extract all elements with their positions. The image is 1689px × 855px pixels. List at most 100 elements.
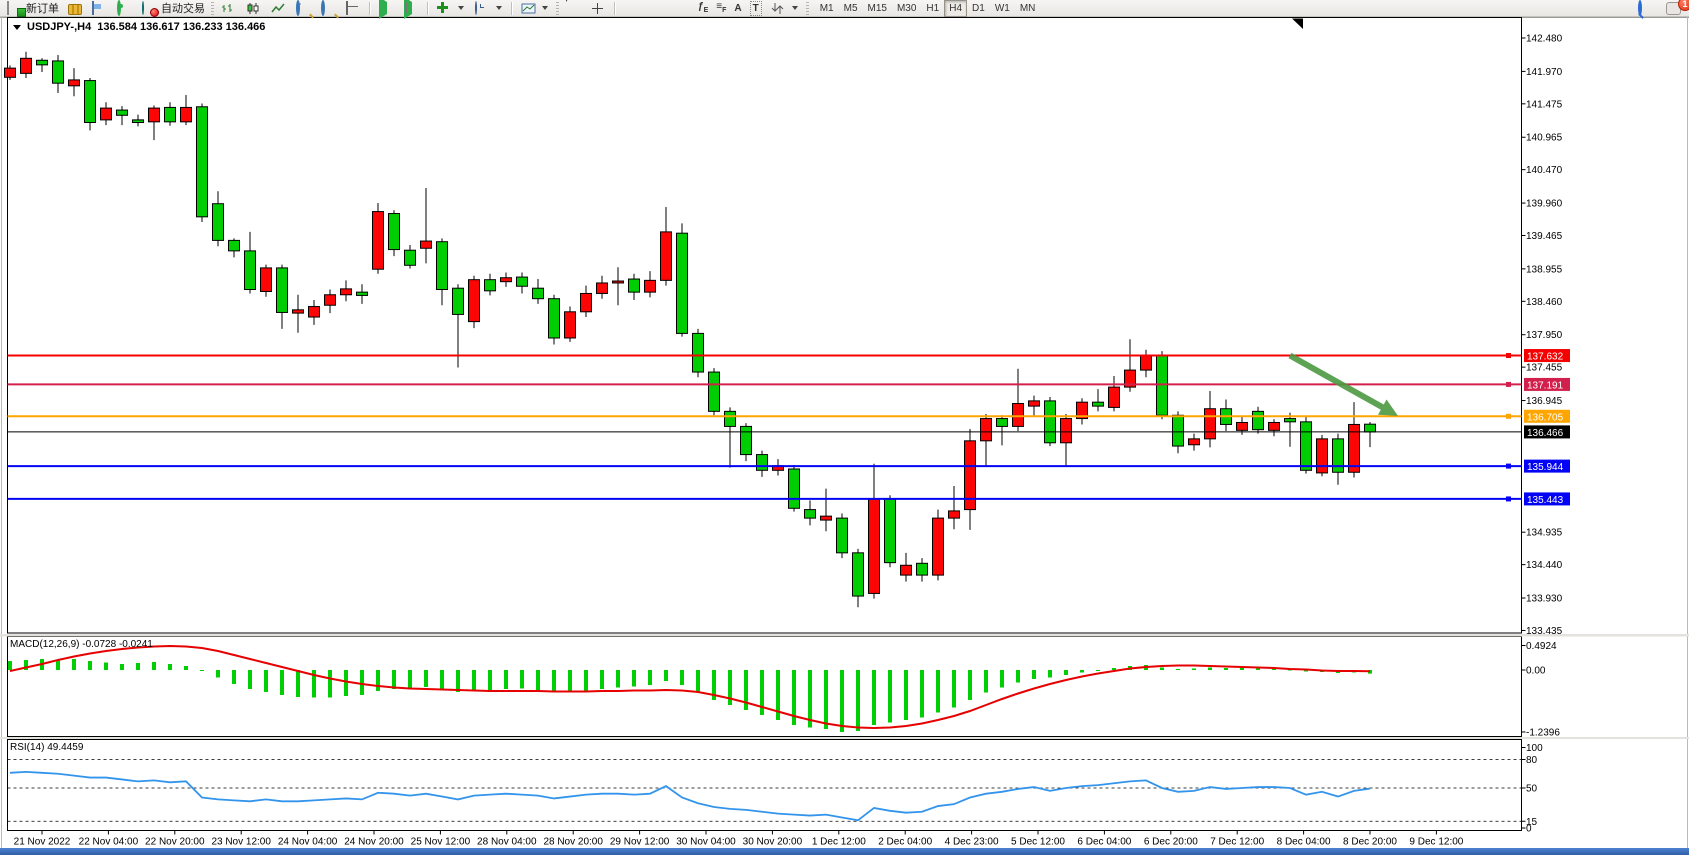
svg-text:7 Dec 12:00: 7 Dec 12:00	[1210, 837, 1264, 848]
svg-text:30 Nov 04:00: 30 Nov 04:00	[676, 837, 736, 848]
text-tool-button[interactable]: A	[730, 1, 745, 16]
cursor-icon	[566, 0, 573, 14]
svg-text:8 Dec 04:00: 8 Dec 04:00	[1277, 837, 1331, 848]
macd-axis: 0.49240.00-1.2396	[1522, 641, 1561, 738]
svg-text:138.460: 138.460	[1526, 297, 1563, 308]
signals-icon	[117, 0, 121, 16]
tile-windows-button[interactable]	[341, 1, 366, 16]
zoom-out-button[interactable]: -	[316, 1, 341, 16]
timeframe-button-mn[interactable]: MN	[1015, 0, 1041, 17]
chart-canvas[interactable]: 142.480141.970141.475140.965140.470139.9…	[0, 0, 1689, 855]
timeframe-button-m1[interactable]: M1	[815, 0, 839, 17]
svg-text:23 Nov 12:00: 23 Nov 12:00	[211, 837, 271, 848]
chart-symbol: USDJPY-,H4	[27, 21, 91, 33]
svg-text:22 Nov 04:00: 22 Nov 04:00	[79, 837, 139, 848]
chart-shift-button[interactable]	[399, 1, 424, 16]
chevron-down-icon	[458, 6, 464, 10]
svg-text:2 Dec 04:00: 2 Dec 04:00	[878, 837, 932, 848]
candle-chart-icon	[246, 2, 261, 15]
rsi-pane	[10, 772, 1370, 820]
bar-chart-button[interactable]	[216, 1, 241, 16]
timeframe-button-m5[interactable]: M5	[839, 0, 863, 17]
auto-scroll-button[interactable]	[374, 1, 399, 16]
svg-text:29 Nov 12:00: 29 Nov 12:00	[610, 837, 670, 848]
svg-text:137.455: 137.455	[1526, 363, 1563, 374]
signals-button[interactable]	[112, 1, 137, 16]
svg-text:80: 80	[1526, 755, 1538, 766]
macd-pane	[8, 646, 1372, 732]
trend-arrow-annotation[interactable]	[1290, 356, 1398, 416]
indicators-button[interactable]	[516, 1, 554, 16]
auto-trading-button[interactable]: 自动交易	[137, 1, 209, 16]
svg-text:1 Dec 12:00: 1 Dec 12:00	[812, 837, 866, 848]
toolbar-grip	[806, 2, 809, 15]
bar-chart-icon	[221, 2, 236, 15]
market-watch-button[interactable]	[63, 1, 87, 16]
crosshair-tool-button[interactable]	[586, 1, 611, 16]
chevron-down-icon	[792, 6, 798, 10]
chart-ohlc: 136.584 136.617 136.233 136.466	[97, 21, 265, 33]
new-order-label: 新订单	[26, 0, 59, 16]
svg-text:21 Nov 2022: 21 Nov 2022	[14, 837, 71, 848]
svg-text:22 Nov 20:00: 22 Nov 20:00	[145, 837, 205, 848]
svg-text:0.00: 0.00	[1526, 666, 1546, 677]
fibonacci-icon: ƒE	[698, 0, 708, 17]
timeframe-button-w1[interactable]: W1	[990, 0, 1015, 17]
svg-text:134.440: 134.440	[1526, 560, 1563, 571]
data-window-icon	[92, 1, 94, 15]
auto-scroll-icon	[379, 0, 387, 19]
line-chart-button[interactable]	[266, 1, 291, 16]
svg-text:0: 0	[1526, 824, 1532, 835]
chart-title: USDJPY-,H4 136.584 136.617 136.233 136.4…	[13, 21, 265, 33]
candlesticks-layer	[5, 52, 1376, 607]
price-axis: 142.480141.970141.475140.965140.470139.9…	[1522, 34, 1563, 637]
timeframe-button-h1[interactable]: H1	[921, 0, 944, 17]
trendline-tool-button[interactable]	[669, 1, 694, 16]
arrows-tool-button[interactable]	[766, 1, 804, 16]
chart-frame	[0, 17, 1689, 848]
vertical-line-tool-button[interactable]	[619, 1, 644, 16]
timeframe-button-m15[interactable]: M15	[863, 0, 892, 17]
horizontal-line-tool-button[interactable]	[644, 1, 669, 16]
line-chart-icon	[271, 2, 286, 15]
collapse-icon[interactable]	[13, 25, 21, 30]
svg-text:137.632: 137.632	[1527, 352, 1564, 363]
toolbar-separator	[614, 2, 616, 15]
auto-trading-icon	[142, 1, 144, 15]
timeframe-button-h4[interactable]: H4	[944, 0, 967, 17]
toolbar-grip	[211, 2, 214, 15]
toolbar-right: 1	[1633, 1, 1685, 16]
channel-tool-button[interactable]: ≡F	[712, 1, 730, 16]
macd-indicator-label: MACD(12,26,9) -0.0728 -0.0241	[10, 639, 153, 650]
candle-chart-button[interactable]	[241, 1, 266, 16]
svg-text:140.965: 140.965	[1526, 133, 1563, 144]
notifications-button[interactable]: 1	[1662, 1, 1685, 16]
text-tool-icon: A	[734, 2, 741, 15]
label-tool-button[interactable]: T	[746, 1, 766, 16]
new-order-button[interactable]: 新订单	[2, 1, 63, 16]
new-order-icon	[7, 1, 9, 15]
fibonacci-tool-button[interactable]: ƒE	[694, 1, 712, 16]
svg-text:4 Dec 23:00: 4 Dec 23:00	[945, 837, 999, 848]
channel-icon: ≡F	[716, 0, 726, 17]
toolbar-separator	[511, 2, 513, 15]
svg-text:100: 100	[1526, 743, 1543, 754]
mt4-terminal: { "toolbar": { "new_order_label": "新订单",…	[0, 0, 1689, 855]
periods-button[interactable]	[470, 1, 508, 16]
svg-text:134.935: 134.935	[1526, 528, 1563, 539]
svg-text:30 Nov 20:00: 30 Nov 20:00	[743, 837, 803, 848]
search-button[interactable]	[1633, 1, 1658, 16]
timeframe-button-m30[interactable]: M30	[892, 0, 921, 17]
zoom-in-button[interactable]: +	[291, 1, 316, 16]
svg-text:0.4924: 0.4924	[1526, 641, 1557, 652]
toolbar-separator	[427, 2, 429, 15]
zoom-in-icon: +	[296, 0, 300, 16]
svg-text:28 Nov 04:00: 28 Nov 04:00	[477, 837, 537, 848]
data-window-button[interactable]	[87, 1, 112, 16]
timeframe-button-d1[interactable]: D1	[967, 0, 990, 17]
cursor-tool-button[interactable]	[561, 1, 586, 16]
svg-text:140.470: 140.470	[1526, 165, 1563, 176]
new-chart-button[interactable]	[432, 1, 470, 16]
svg-text:8 Dec 20:00: 8 Dec 20:00	[1343, 837, 1397, 848]
zoom-out-icon: -	[321, 0, 325, 16]
